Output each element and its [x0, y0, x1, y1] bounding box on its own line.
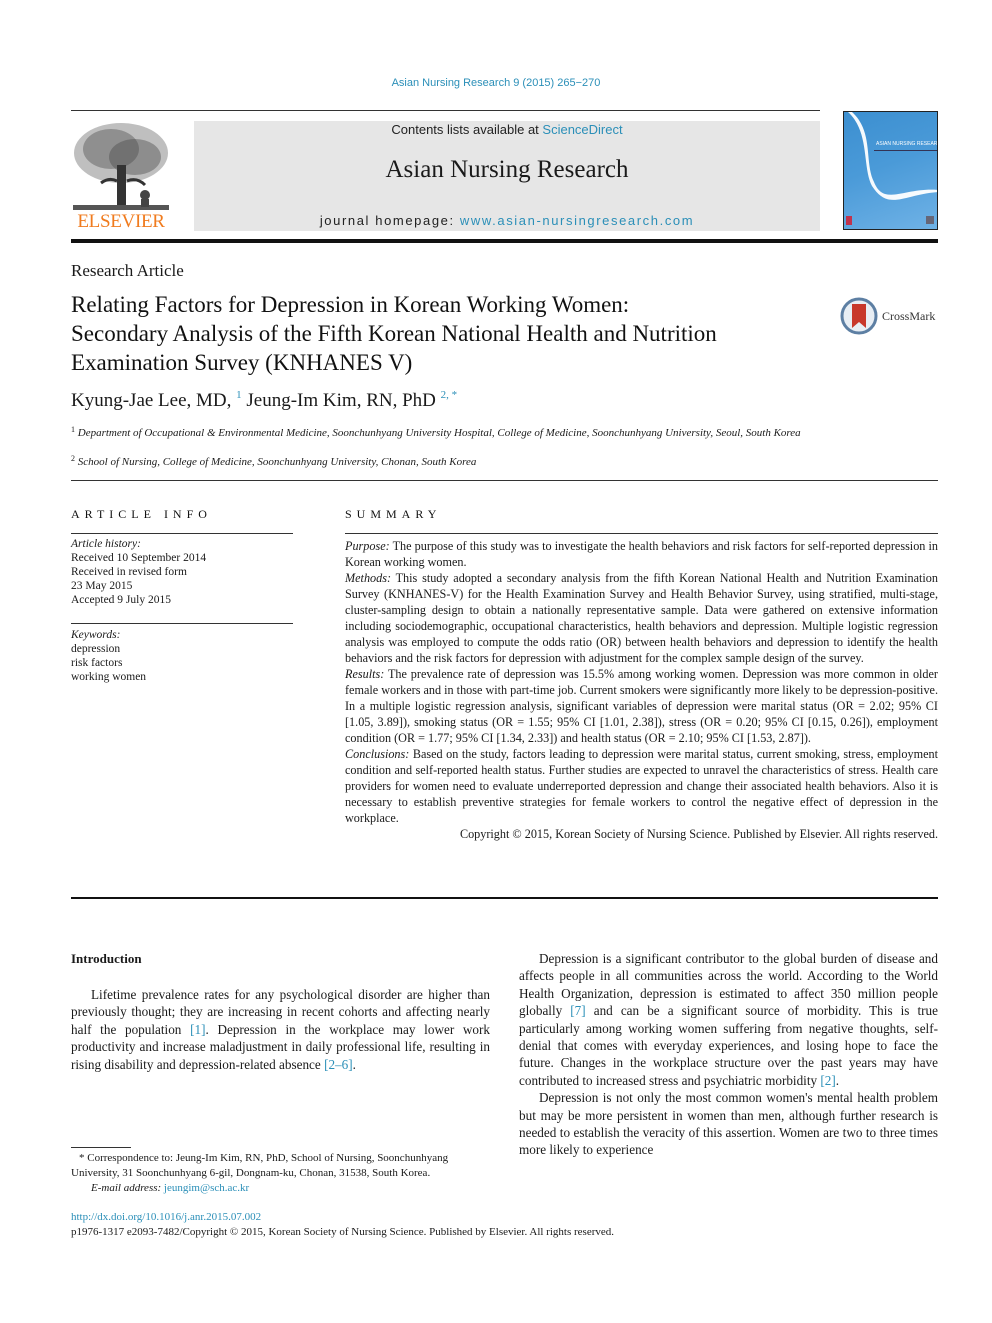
journal-homepage: journal homepage: www.asian-nursingresea…: [194, 213, 820, 228]
journal-cover[interactable]: ASIAN NURSING RESEARCH: [843, 111, 938, 230]
body-column-left: Lifetime prevalence rates for any psycho…: [71, 986, 490, 1073]
summary-copyright: Copyright © 2015, Korean Society of Nurs…: [459, 827, 938, 841]
footnote-rule: [71, 1147, 131, 1148]
affiliation: 2 School of Nursing, College of Medicine…: [71, 452, 811, 469]
email-line: E-mail address: jeungim@sch.ac.kr: [71, 1181, 491, 1196]
summary-abstract: Purpose: The purpose of this study was t…: [345, 538, 938, 842]
title-line: Relating Factors for Depression in Korea…: [71, 292, 630, 317]
summary-results: Results: The prevalence rate of depressi…: [345, 666, 938, 746]
summary-text: Based on the study, factors leading to d…: [345, 747, 938, 825]
journal-title: Asian Nursing Research: [385, 156, 629, 183]
affiliation: 1 Department of Occupational & Environme…: [71, 423, 811, 440]
reference-link[interactable]: [1]: [190, 1022, 205, 1037]
affiliation-number: 2: [71, 454, 75, 463]
crossmark-button[interactable]: CrossMark: [840, 296, 950, 336]
author-list: Kyung-Jae Lee, MD, 1 Jeung-Im Kim, RN, P…: [71, 389, 457, 412]
reference-link[interactable]: [2]: [820, 1073, 835, 1088]
elsevier-logo[interactable]: ELSEVIER: [71, 121, 171, 233]
email-link[interactable]: jeungim@sch.ac.kr: [164, 1182, 249, 1194]
summary-label: Methods:: [345, 571, 392, 585]
summary-purpose: Purpose: The purpose of this study was t…: [345, 538, 938, 570]
correspondence-footnote: * Correspondence to: Jeung-Im Kim, RN, P…: [71, 1151, 491, 1196]
crossmark-icon: [840, 297, 878, 335]
title-line: Secondary Analysis of the Fifth Korean N…: [71, 321, 717, 346]
keyword: risk factors: [71, 657, 123, 669]
body-text: .: [835, 1072, 840, 1088]
article-title: Relating Factors for Depression in Korea…: [71, 290, 831, 377]
doi-link[interactable]: http://dx.doi.org/10.1016/j.anr.2015.07.…: [71, 1211, 261, 1223]
keywords-label: Keywords:: [71, 629, 121, 641]
body-paragraph: Depression is a significant contributor …: [519, 950, 938, 1089]
summary-text: The purpose of this study was to investi…: [345, 539, 938, 569]
journal-citation[interactable]: Asian Nursing Research 9 (2015) 265−270: [0, 77, 992, 89]
elsevier-wordmark: ELSEVIER: [77, 211, 165, 232]
affiliation-number: 1: [71, 425, 75, 434]
author-affiliation-ref[interactable]: 1: [236, 389, 242, 401]
history-item: 23 May 2015: [71, 580, 133, 592]
summary-rule: [345, 533, 938, 534]
summary-heading: SUMMARY: [345, 507, 442, 521]
article-history: Article history: Received 10 September 2…: [71, 537, 293, 607]
history-item: Accepted 9 July 2015: [71, 594, 171, 606]
homepage-link[interactable]: www.asian-nursingresearch.com: [460, 213, 694, 228]
article-type: Research Article: [71, 261, 184, 280]
title-line: Examination Survey (KNHANES V): [71, 350, 413, 375]
author-name: Jeung-Im Kim, RN, PhD: [246, 390, 436, 411]
issn-copyright: p1976-1317 e2093-7482/Copyright © 2015, …: [71, 1226, 614, 1238]
history-item: Received in revised form: [71, 566, 187, 578]
header-rule: [71, 110, 820, 111]
body-paragraph: Depression is not only the most common w…: [519, 1090, 938, 1158]
summary-text: This study adopted a secondary analysis …: [345, 571, 938, 665]
crossmark-label: CrossMark: [882, 308, 936, 323]
journal-banner: Contents lists available at ScienceDirec…: [194, 121, 820, 231]
summary-label: Results:: [345, 667, 385, 681]
affiliation-text: Department of Occupational & Environment…: [77, 427, 801, 439]
history-item: Received 10 September 2014: [71, 552, 207, 564]
contents-line: Contents lists available at ScienceDirec…: [194, 122, 820, 137]
keywords: Keywords: depression risk factors workin…: [71, 628, 293, 684]
body-text: .: [352, 1056, 356, 1072]
history-label: Article history:: [71, 538, 141, 550]
article-info-heading: ARTICLE INFO: [71, 507, 212, 521]
masthead-rule: [71, 239, 938, 243]
reference-link[interactable]: [2–6]: [324, 1057, 353, 1072]
contents-prefix: Contents lists available at: [391, 122, 543, 137]
body-paragraph: Lifetime prevalence rates for any psycho…: [71, 986, 490, 1073]
summary-methods: Methods: This study adopted a secondary …: [345, 570, 938, 666]
body-column-right: Depression is a significant contributor …: [519, 950, 938, 1159]
affiliation-text: School of Nursing, College of Medicine, …: [77, 456, 477, 468]
keyword: depression: [71, 643, 121, 655]
abstract-end-rule: [71, 897, 938, 899]
summary-text: The prevalence rate of depression was 15…: [345, 667, 938, 745]
summary-conclusions: Conclusions: Based on the study, factors…: [345, 746, 938, 826]
keywords-rule: [71, 623, 293, 624]
introduction-heading: Introduction: [71, 951, 142, 966]
summary-label: Purpose:: [345, 539, 390, 553]
correspondence-text: * Correspondence to: Jeung-Im Kim, RN, P…: [71, 1152, 449, 1179]
author-affiliation-ref[interactable]: 2, *: [441, 389, 458, 401]
reference-link[interactable]: [7]: [570, 1003, 585, 1018]
cover-wave-graphic: [846, 112, 937, 225]
article-info-rule: [71, 533, 293, 534]
cover-title: ASIAN NURSING RESEARCH: [876, 141, 938, 147]
sciencedirect-link[interactable]: ScienceDirect: [542, 122, 622, 137]
keyword: working women: [71, 671, 147, 683]
author-name: Kyung-Jae Lee, MD,: [71, 390, 232, 411]
section-divider: [71, 480, 938, 481]
summary-label: Conclusions:: [345, 747, 410, 761]
email-label: E-mail address:: [91, 1182, 162, 1194]
homepage-prefix: journal homepage:: [319, 213, 460, 228]
elsevier-tree-icon: [73, 123, 169, 210]
